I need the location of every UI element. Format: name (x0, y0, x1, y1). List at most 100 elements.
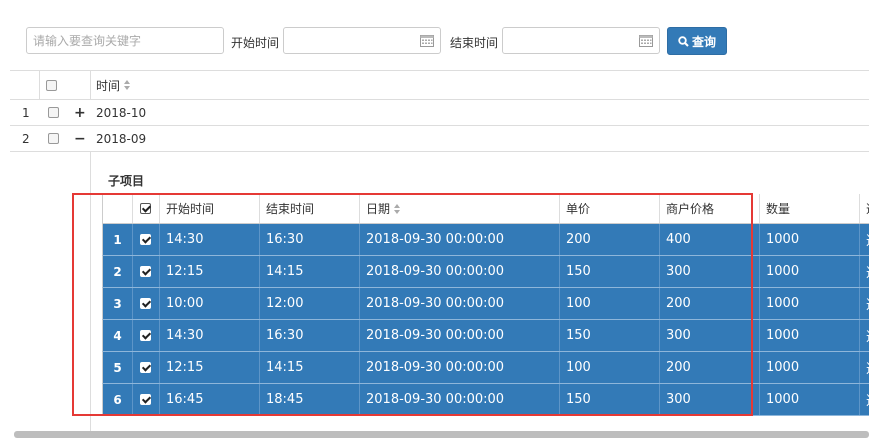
row-detail-panel: 子项目 开始时间 结束时间 日期 单价 商户价格 数量 选 114:3016:3… (10, 152, 869, 438)
merchant-price-cell: 300 (660, 320, 760, 351)
merchant-price-cell: 300 (660, 256, 760, 287)
merchant-price-cell: 400 (660, 224, 760, 255)
select-all-checkbox[interactable] (46, 79, 57, 91)
search-button[interactable]: 查询 (667, 27, 727, 55)
extra-column-header[interactable]: 选 (860, 194, 869, 223)
unit-price-column-header[interactable]: 单价 (560, 194, 660, 223)
row-index: 5 (103, 352, 133, 383)
table-row[interactable]: 4 14:30 16:30 2018-09-30 00:00:00 150 300 1000… (102, 320, 869, 352)
date-cell: 2018-09-30 00:00:00 (360, 224, 560, 255)
table-row[interactable]: 3 10:00 12:00 2018-09-30 00:00:00 100 200 1000… (102, 288, 869, 320)
date-cell: 2018-09-30 00:00:00 (360, 256, 560, 287)
start-time-cell: 10:00 (160, 288, 260, 319)
collapse-toggle[interactable]: − (74, 126, 86, 151)
end-time-input[interactable] (502, 27, 660, 54)
table-row[interactable]: 1 14:30 16:30 2018-09-30 00:00:00 200 400 1000… (102, 224, 869, 256)
row-index: 2 (22, 131, 30, 146)
end-time-label: 结束时间 (450, 36, 499, 50)
search-button-label: 查询 (691, 34, 716, 49)
select-all-checkbox[interactable] (140, 203, 151, 214)
row-index: 1 (103, 224, 133, 255)
start-time-input[interactable] (283, 27, 441, 54)
row-checkbox[interactable] (140, 330, 151, 341)
row-index: 4 (103, 320, 133, 351)
date-cell: 2018-09-30 00:00:00 (360, 384, 560, 415)
end-time-cell: 14:15 (260, 352, 360, 383)
end-time-cell: 18:45 (260, 384, 360, 415)
end-time-cell: 16:30 (260, 224, 360, 255)
unit-price-cell: 200 (560, 224, 660, 255)
extra-cell: 选 (860, 320, 869, 351)
calendar-icon[interactable] (639, 34, 653, 47)
row-checkbox[interactable] (140, 362, 151, 373)
quantity-column-header[interactable]: 数量 (760, 194, 860, 223)
keyword-search-input[interactable] (26, 27, 224, 54)
unit-price-cell: 150 (560, 256, 660, 287)
extra-cell: 选 (860, 224, 869, 255)
unit-price-cell: 150 (560, 384, 660, 415)
row-index: 1 (22, 105, 30, 120)
quantity-cell: 1000 (760, 384, 860, 415)
start-time-cell: 12:15 (160, 352, 260, 383)
date-header-label: 日期 (366, 202, 391, 216)
sort-icon[interactable] (124, 80, 131, 90)
row-time: 2018-10 (96, 105, 147, 120)
end-time-column-header[interactable]: 结束时间 (260, 194, 360, 223)
row-checkbox[interactable] (140, 298, 151, 309)
merchant-price-cell: 200 (660, 288, 760, 319)
unit-price-cell: 100 (560, 288, 660, 319)
calendar-icon[interactable] (420, 34, 434, 47)
row-checkbox[interactable] (140, 234, 151, 245)
time-header-label: 时间 (96, 78, 121, 93)
table-row[interactable]: 2 12:15 14:15 2018-09-30 00:00:00 150 300 1000… (102, 256, 869, 288)
time-column-header[interactable]: 时间 (96, 71, 131, 99)
row-index: 3 (103, 288, 133, 319)
search-toolbar: 开始时间 结束时间 查询 (0, 0, 869, 70)
start-time-column-header[interactable]: 开始时间 (160, 194, 260, 223)
date-column-header[interactable]: 日期 (360, 194, 560, 223)
merchant-price-column-header[interactable]: 商户价格 (660, 194, 760, 223)
horizontal-scrollbar[interactable] (14, 431, 869, 438)
row-index: 6 (103, 384, 133, 415)
extra-cell: 选 (860, 288, 869, 319)
outer-table: 时间 1 + 2018-10 2 − 2018-09 (10, 70, 869, 152)
start-time-cell: 14:30 (160, 320, 260, 351)
quantity-cell: 1000 (760, 288, 860, 319)
date-cell: 2018-09-30 00:00:00 (360, 320, 560, 351)
row-index: 2 (103, 256, 133, 287)
row-checkbox[interactable] (140, 266, 151, 277)
date-cell: 2018-09-30 00:00:00 (360, 352, 560, 383)
quantity-cell: 1000 (760, 224, 860, 255)
sub-table: 开始时间 结束时间 日期 单价 商户价格 数量 选 114:3016:30201… (102, 194, 869, 416)
start-time-cell: 12:15 (160, 256, 260, 287)
start-time-cell: 16:45 (160, 384, 260, 415)
table-row[interactable]: 2 − 2018-09 (10, 126, 869, 152)
start-time-cell: 14:30 (160, 224, 260, 255)
end-time-cell: 14:15 (260, 256, 360, 287)
sub-table-header: 开始时间 结束时间 日期 单价 商户价格 数量 选 (102, 194, 869, 224)
merchant-price-cell: 300 (660, 384, 760, 415)
search-icon (678, 35, 689, 47)
extra-cell: 选 (860, 256, 869, 287)
start-time-label: 开始时间 (231, 36, 280, 50)
row-checkbox[interactable] (48, 107, 59, 118)
expand-toggle[interactable]: + (74, 100, 86, 125)
outer-table-header: 时间 (10, 70, 869, 100)
merchant-price-cell: 200 (660, 352, 760, 383)
table-row[interactable]: 1 + 2018-10 (10, 100, 869, 126)
end-time-cell: 12:00 (260, 288, 360, 319)
table-row[interactable]: 5 12:15 14:15 2018-09-30 00:00:00 100 200 1000… (102, 352, 869, 384)
quantity-cell: 1000 (760, 320, 860, 351)
quantity-cell: 1000 (760, 256, 860, 287)
unit-price-cell: 100 (560, 352, 660, 383)
sort-icon[interactable] (394, 203, 401, 214)
date-cell: 2018-09-30 00:00:00 (360, 288, 560, 319)
row-checkbox[interactable] (140, 394, 151, 405)
row-time: 2018-09 (96, 131, 147, 146)
end-time-cell: 16:30 (260, 320, 360, 351)
row-checkbox[interactable] (48, 133, 59, 144)
quantity-cell: 1000 (760, 352, 860, 383)
table-row[interactable]: 6 16:45 18:45 2018-09-30 00:00:00 150 300 1000… (102, 384, 869, 416)
extra-cell: 选 (860, 384, 869, 415)
unit-price-cell: 150 (560, 320, 660, 351)
